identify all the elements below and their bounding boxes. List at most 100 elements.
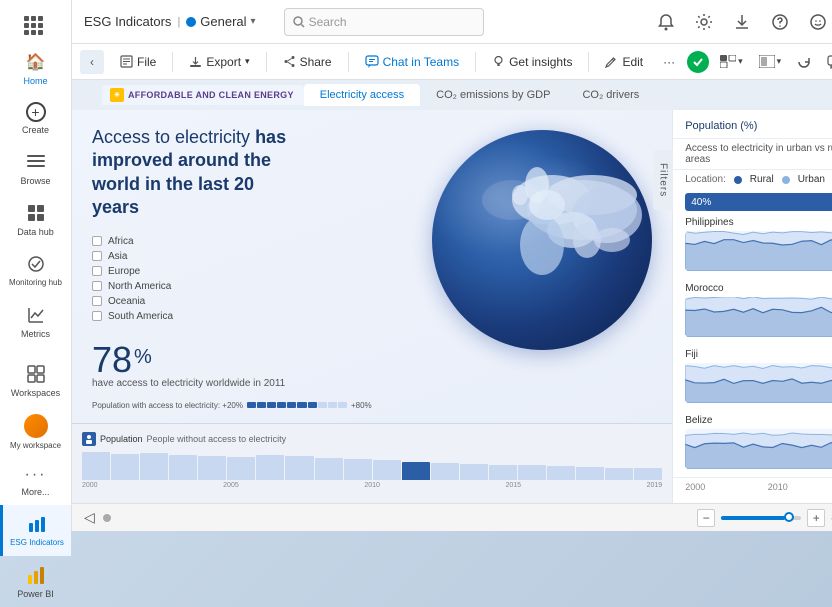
comment-button[interactable]	[822, 52, 832, 72]
checkbox-southamerica-box[interactable]	[92, 311, 102, 321]
toolbar-sep-5	[588, 52, 589, 72]
stat-number: 78	[92, 342, 132, 378]
country-section-belize: Belize	[673, 411, 832, 477]
refresh-button[interactable]	[792, 52, 816, 72]
pop-bar-6	[256, 455, 284, 480]
page-prev-button[interactable]: ◁	[84, 509, 95, 526]
pop-bar-12	[431, 463, 459, 480]
africa-label: Africa	[108, 236, 134, 247]
edit-button[interactable]: Edit	[597, 51, 651, 73]
top-bar: ESG Indicators | General ▾ Search	[72, 0, 832, 44]
pop-bar-18	[605, 468, 633, 480]
tab-electricity-access[interactable]: Electricity access	[304, 84, 420, 106]
help-button[interactable]	[766, 8, 794, 36]
toolbar-sep-2	[266, 52, 267, 72]
insights-button[interactable]: Get insights	[484, 51, 580, 73]
metrics-icon	[25, 304, 47, 326]
sidebar-item-more[interactable]: ··· More...	[0, 458, 71, 505]
sidebar-item-apps[interactable]	[0, 8, 71, 43]
sidebar-item-workspaces-label: Workspaces	[11, 388, 60, 398]
country-section-fiji: Fiji	[673, 345, 832, 411]
southamerica-label: South America	[108, 311, 173, 322]
pop-bar-14	[489, 465, 517, 480]
browse-icon	[25, 151, 47, 173]
settings-button[interactable]	[690, 8, 718, 36]
notifications-button[interactable]	[652, 8, 680, 36]
pop-bars	[82, 450, 662, 480]
sdg-sun-icon: ☀	[110, 88, 124, 102]
share-button[interactable]: Share	[275, 51, 340, 73]
back-arrow-button[interactable]: ‹	[80, 50, 104, 74]
report-content: Access to electricity has improved aroun…	[72, 110, 832, 503]
pb-light-1	[318, 402, 327, 408]
sidebar-item-home[interactable]: 🏠 Home	[0, 43, 71, 94]
sidebar-item-myworkspace[interactable]: My workspace	[0, 406, 71, 459]
more-button[interactable]: ···	[655, 51, 683, 73]
chat-button[interactable]: Chat in Teams	[357, 51, 467, 73]
toolbar: ‹ File Export ▾ Share Chat in Teams Get …	[72, 44, 832, 80]
stat-label: have access to electricity worldwide in …	[92, 378, 652, 389]
pop-bar-15	[518, 465, 546, 480]
sidebar-item-home-label: Home	[23, 76, 47, 86]
area-chart-3	[685, 429, 832, 469]
sidebar-item-esg[interactable]: ESG Indicators	[0, 505, 71, 556]
view-toggle-button[interactable]: ▾	[715, 52, 748, 71]
zoom-slider[interactable]	[721, 516, 801, 520]
location-label: Location:	[685, 174, 726, 185]
pop-bar-8	[315, 458, 343, 480]
tab-co2-drivers[interactable]: CO₂ drivers	[566, 84, 655, 106]
sidebar-item-datahub[interactable]: Data hub	[0, 194, 71, 245]
pb-blue	[247, 402, 256, 408]
sidebar-item-monitoring[interactable]: Monitoring hub	[0, 245, 71, 296]
export-button[interactable]: Export ▾	[181, 51, 257, 73]
sidebar-item-powerbi[interactable]: Power BI	[0, 556, 71, 607]
checkbox-northamerica-box[interactable]	[92, 281, 102, 291]
apps-grid-icon	[24, 16, 43, 35]
sidebar-item-workspaces[interactable]: Workspaces	[0, 355, 71, 406]
share-label: Share	[300, 55, 332, 69]
breadcrumb-sep: |	[177, 16, 180, 28]
chevron-down-icon[interactable]: ▾	[251, 16, 256, 27]
right-panel: Filters Population (%) Access to electri…	[672, 110, 832, 503]
bottom-bar: ◁ − + 80% ⊞	[72, 503, 832, 531]
layout-button[interactable]: ▾	[754, 52, 787, 71]
sidebar-item-browse[interactable]: Browse	[0, 143, 71, 194]
datahub-icon	[25, 202, 47, 224]
sidebar-item-metrics[interactable]: Metrics	[0, 296, 71, 347]
sidebar-item-datahub-label: Data hub	[17, 227, 54, 237]
area-chart-0	[685, 231, 832, 271]
pop-bar-5	[227, 457, 255, 480]
checkbox-europe-box[interactable]	[92, 266, 102, 276]
checkbox-oceania-box[interactable]	[92, 296, 102, 306]
top-icons	[652, 8, 832, 36]
zoom-slider-thumb[interactable]	[784, 512, 794, 522]
tab-co2-gdp[interactable]: CO₂ emissions by GDP	[420, 84, 566, 106]
pb-blue-7	[308, 402, 317, 408]
download-button[interactable]	[728, 8, 756, 36]
pop-bar-7	[285, 456, 313, 480]
checkbox-africa-box[interactable]	[92, 236, 102, 246]
bottom-nav: Power BI	[0, 556, 71, 607]
country-name-0: Philippines	[685, 217, 832, 228]
filters-label: Filters	[658, 163, 669, 197]
filters-toggle-button[interactable]: Filters	[653, 150, 673, 210]
export-chevron[interactable]: ▾	[245, 56, 250, 67]
view-chevron: ▾	[738, 56, 743, 67]
face-icon[interactable]	[804, 8, 832, 36]
sidebar-item-create[interactable]: + Create	[0, 94, 71, 143]
pb-blue-6	[297, 402, 306, 408]
progress-bar	[247, 402, 347, 408]
breadcrumb: ESG Indicators | General ▾	[84, 14, 256, 29]
year-labels: 2000 2005 2010 2015 2019	[82, 482, 662, 489]
search-bar[interactable]: Search	[284, 8, 484, 36]
main-area: ESG Indicators | General ▾ Search	[72, 0, 832, 531]
share-icon	[283, 55, 296, 68]
oceania-label: Oceania	[108, 296, 145, 307]
zoom-in-button[interactable]: +	[807, 509, 825, 527]
zoom-out-button[interactable]: −	[697, 509, 715, 527]
checkbox-asia-box[interactable]	[92, 251, 102, 261]
chart-footer: 2000 2010 2020	[673, 477, 832, 496]
file-button[interactable]: File	[112, 51, 164, 73]
content-area: ☀ AFFORDABLE AND CLEAN ENERGY Electricit…	[72, 80, 832, 503]
top-pct-bar: 40% 74%	[685, 193, 832, 211]
